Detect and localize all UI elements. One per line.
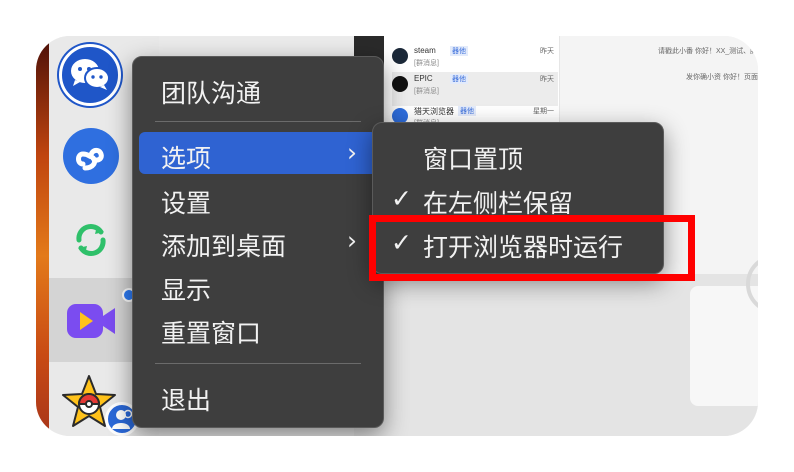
- meeting-icon[interactable]: [65, 298, 119, 344]
- menu-item-label: 设置: [161, 189, 212, 218]
- desktop-wallpaper-strip: [36, 36, 49, 436]
- chevron-right-icon: ›: [347, 138, 357, 167]
- menu-item-quit[interactable]: 退出: [139, 374, 377, 416]
- list-item-tag: 器他: [450, 74, 468, 84]
- menu-item-label: 退出: [161, 386, 212, 415]
- wechat-icon[interactable]: [59, 44, 121, 106]
- list-item-time: 星期一: [533, 108, 554, 115]
- chevron-right-icon: ›: [347, 226, 357, 255]
- menu-item-options[interactable]: 选项 ›: [139, 132, 377, 174]
- screenshot-frame: steam 器他 [群消息] 昨天 EPIC 器他 [群消息] 昨天 猎天浏览器…: [36, 36, 758, 436]
- menu-item-label: 重置窗口: [161, 319, 262, 348]
- dock-context-menu: 团队沟通 选项 › 设置 添加到桌面 › 显示 重置窗口 退出: [132, 56, 384, 428]
- menu-separator: [155, 121, 361, 122]
- list-item-time: 昨天: [540, 76, 554, 83]
- background-card: [690, 286, 758, 406]
- list-item[interactable]: EPIC 器他 [群消息] 昨天: [392, 72, 558, 106]
- menu-item-team-chat[interactable]: 团队沟通: [139, 67, 377, 109]
- menu-item-label: 选项: [161, 144, 212, 173]
- list-item-name: steam: [414, 46, 436, 55]
- mini-program-icon[interactable]: [63, 128, 119, 184]
- epic-icon: [392, 76, 408, 92]
- submenu-item-label: 窗口置顶: [423, 145, 524, 174]
- list-item-time: 昨天: [540, 48, 554, 55]
- checkmark-icon: ✓: [391, 184, 412, 213]
- list-item-name: EPIC: [414, 74, 433, 83]
- list-item-preview: [群消息]: [414, 60, 439, 67]
- menu-item-reset-window[interactable]: 重置窗口: [139, 307, 377, 349]
- menu-item-settings[interactable]: 设置: [139, 177, 377, 219]
- menu-item-label: 显示: [161, 276, 212, 305]
- menu-separator: [155, 363, 361, 364]
- background-note: 发你确小资 你好！页面前不: [686, 74, 758, 81]
- menu-item-show[interactable]: 显示: [139, 264, 377, 306]
- sync-icon[interactable]: [71, 220, 111, 260]
- list-item-tag: 器他: [450, 46, 468, 56]
- submenu-item-keep-in-sidebar[interactable]: ✓ 在左侧栏保留: [379, 177, 657, 219]
- background-note: 请戳此小番 你好！XX_测试、腾天资讯: [658, 48, 758, 55]
- menu-item-label: 团队沟通: [161, 79, 262, 108]
- steam-icon: [392, 48, 408, 64]
- list-item-name: 猎天浏览器: [414, 107, 454, 116]
- menu-item-add-to-desktop[interactable]: 添加到桌面 ›: [139, 220, 377, 262]
- menu-item-label: 添加到桌面: [161, 232, 287, 261]
- list-item-preview: [群消息]: [414, 88, 439, 95]
- annotation-highlight-box: [369, 215, 695, 281]
- list-item-tag: 器他: [458, 106, 476, 116]
- submenu-item-always-on-top[interactable]: 窗口置顶: [379, 133, 657, 175]
